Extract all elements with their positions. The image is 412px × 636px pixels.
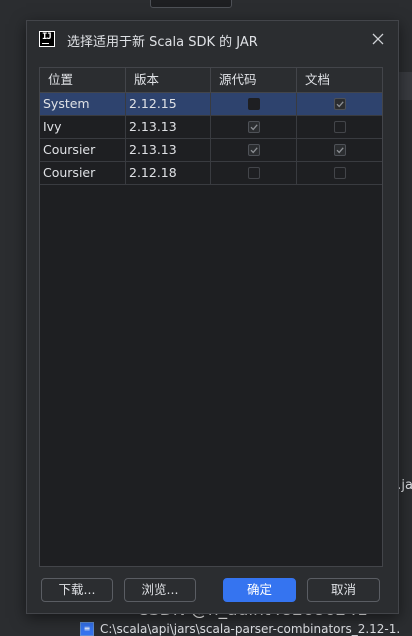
ok-button[interactable]: 确定	[223, 578, 296, 602]
close-icon[interactable]	[370, 31, 386, 47]
jar-table: 位置 版本 源代码 文档 System 2.12.15 Ivy 2.13.13 Cour…	[39, 67, 383, 567]
cell-location: Coursier	[40, 139, 126, 161]
column-header-sources[interactable]: 源代码	[211, 68, 297, 92]
table-body: System 2.12.15 Ivy 2.13.13 Coursier 2.13.13 Co…	[40, 93, 382, 185]
docs-checkbox[interactable]	[333, 167, 346, 179]
table-row[interactable]: Coursier 2.13.13	[40, 139, 382, 162]
cell-location: System	[40, 93, 126, 115]
background-dropdown	[150, 0, 232, 8]
intellij-logo-icon: IJ	[39, 31, 55, 47]
sources-checkbox[interactable]	[247, 144, 260, 156]
docs-checkbox[interactable]	[333, 98, 346, 110]
browse-button[interactable]: 浏览...	[124, 578, 196, 602]
sources-checkbox[interactable]	[247, 121, 260, 133]
table-header: 位置 版本 源代码 文档	[40, 68, 382, 93]
cancel-button[interactable]: 取消	[307, 578, 380, 602]
table-row[interactable]: System 2.12.15	[40, 93, 382, 116]
cell-version: 2.13.13	[126, 116, 211, 138]
column-header-location[interactable]: 位置	[40, 68, 126, 92]
column-header-version[interactable]: 版本	[126, 68, 211, 92]
select-jar-dialog: IJ 选择适用于新 Scala SDK 的 JAR 位置 版本 源代码 文档 S…	[26, 20, 399, 614]
cell-sources	[211, 139, 297, 161]
sources-checkbox[interactable]	[247, 167, 260, 179]
dialog-title: 选择适用于新 Scala SDK 的 JAR	[67, 35, 258, 50]
cell-docs	[297, 93, 382, 115]
cell-docs	[297, 116, 382, 138]
docs-checkbox[interactable]	[333, 144, 346, 156]
cell-version: 2.12.18	[126, 162, 211, 184]
sources-checkbox[interactable]	[247, 98, 260, 110]
cell-version: 2.13.13	[126, 139, 211, 161]
table-row[interactable]: Ivy 2.13.13	[40, 116, 382, 139]
dialog-titlebar: IJ 选择适用于新 Scala SDK 的 JAR	[27, 21, 398, 57]
column-header-docs[interactable]: 文档	[297, 68, 382, 92]
cell-location: Ivy	[40, 116, 126, 138]
cell-sources	[211, 162, 297, 184]
docs-checkbox[interactable]	[333, 121, 346, 133]
cell-sources	[211, 116, 297, 138]
cell-docs	[297, 162, 382, 184]
table-row[interactable]: Coursier 2.12.18	[40, 162, 382, 185]
download-button[interactable]: 下载...	[41, 578, 113, 602]
cell-location: Coursier	[40, 162, 126, 184]
cell-sources	[211, 93, 297, 115]
cell-docs	[297, 139, 382, 161]
cell-version: 2.12.15	[126, 93, 211, 115]
